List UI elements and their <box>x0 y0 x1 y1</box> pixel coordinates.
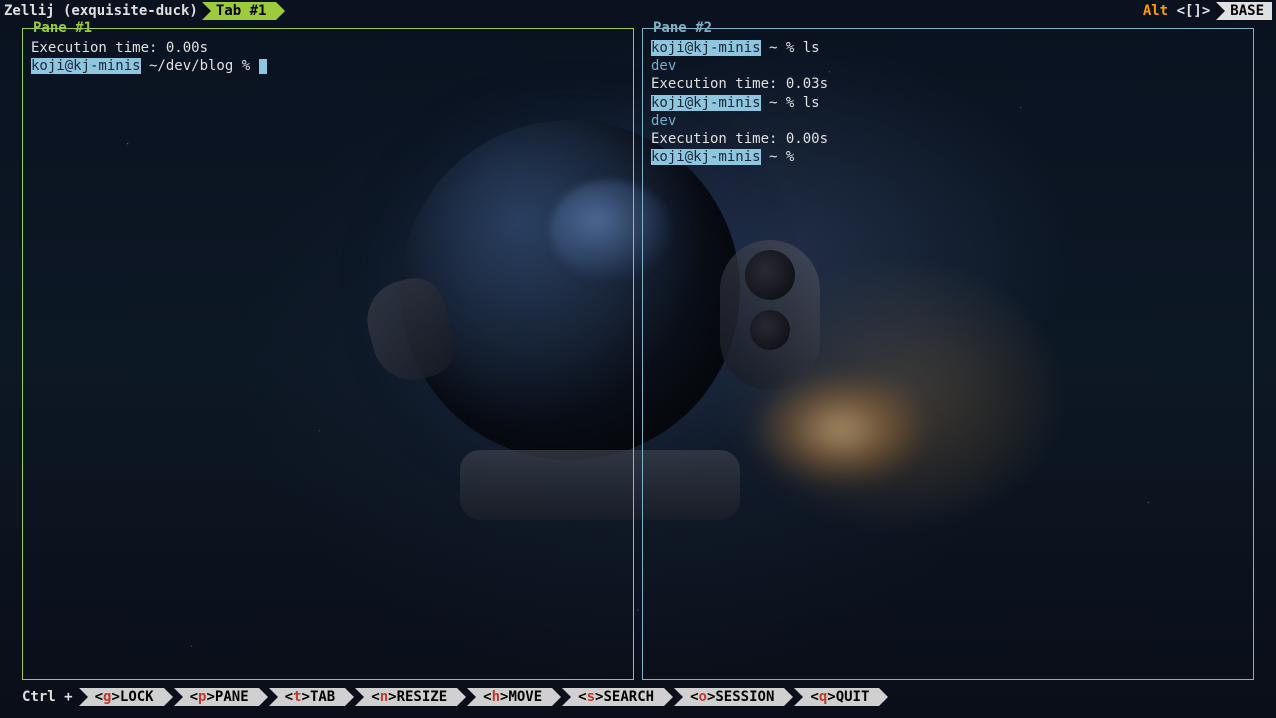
key-pane[interactable]: <p> PANE <box>174 688 259 706</box>
bottom-bar: Ctrl + <g> LOCK <p> PANE <t> TAB <n> RES… <box>0 686 1276 708</box>
session-name: Zellij (exquisite-duck) <box>4 3 202 19</box>
ls-output: dev <box>651 112 1245 130</box>
prompt-line: koji@kj-minis ~ % ls <box>651 39 1245 57</box>
user-host: koji@kj-minis <box>651 40 761 56</box>
prompt-line[interactable]: koji@kj-minis ~/dev/blog % <box>31 57 625 75</box>
key-search[interactable]: <s> SEARCH <box>562 688 664 706</box>
pane-2[interactable]: Pane #2 koji@kj-minis ~ % ls dev Executi… <box>642 28 1254 680</box>
key-session[interactable]: <o> SESSION <box>674 688 784 706</box>
key-tab[interactable]: <t> TAB <box>269 688 346 706</box>
user-host: koji@kj-minis <box>651 95 761 111</box>
pane-1-title: Pane #1 <box>29 20 96 36</box>
key-move[interactable]: <h> MOVE <box>467 688 552 706</box>
user-host: koji@kj-minis <box>31 58 141 74</box>
key-lock[interactable]: <g> LOCK <box>79 688 164 706</box>
ls-output: dev <box>651 57 1245 75</box>
key-quit[interactable]: <q> QUIT <box>794 688 879 706</box>
cmd-text: ~ % ls <box>761 40 820 56</box>
alt-indicator: Alt <[]> <box>1143 3 1210 19</box>
user-host: koji@kj-minis <box>651 149 761 165</box>
cwd-path: ~/dev/blog % <box>141 58 259 74</box>
exec-time-line: Execution time: 0.00s <box>31 39 625 57</box>
exec-time-line: Execution time: 0.03s <box>651 75 1245 93</box>
prompt-line: koji@kj-minis ~ % ls <box>651 94 1245 112</box>
cursor-icon <box>259 59 267 74</box>
prompt-line: koji@kj-minis ~ % <box>651 148 1245 166</box>
cmd-text: ~ % ls <box>761 95 820 111</box>
tab-1[interactable]: Tab #1 <box>202 2 277 20</box>
top-bar: Zellij (exquisite-duck) Tab #1 Alt <[]> … <box>0 0 1276 22</box>
mode-indicator: BASE <box>1216 2 1272 20</box>
panes-area: Pane #1 Execution time: 0.00s koji@kj-mi… <box>0 22 1276 686</box>
pane-2-title: Pane #2 <box>649 20 716 36</box>
pane-1[interactable]: Pane #1 Execution time: 0.00s koji@kj-mi… <box>22 28 634 680</box>
ctrl-label: Ctrl + <box>22 689 79 705</box>
exec-time-line: Execution time: 0.00s <box>651 130 1245 148</box>
cwd-path: ~ % <box>761 149 803 165</box>
key-resize[interactable]: <n> RESIZE <box>355 688 457 706</box>
